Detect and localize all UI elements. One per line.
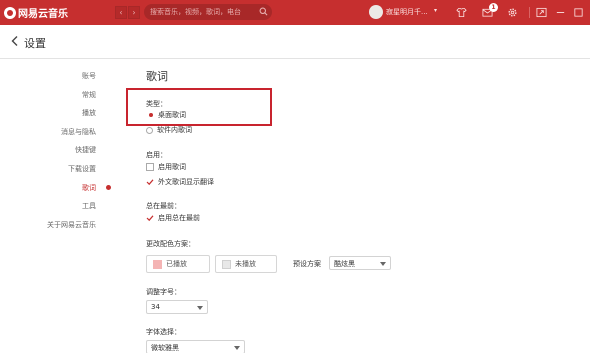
checkmark-icon bbox=[146, 214, 154, 222]
chevron-down-icon bbox=[380, 262, 386, 266]
preset-scheme-select[interactable]: 酷炫黑 bbox=[329, 256, 391, 270]
preset-scheme-value: 酷炫黑 bbox=[334, 260, 355, 268]
forward-nav-button[interactable]: › bbox=[128, 6, 140, 19]
active-indicator-dot bbox=[106, 185, 111, 190]
font-size-value: 34 bbox=[151, 303, 160, 311]
checkbox-enable-lyrics-label: 启用歌词 bbox=[158, 163, 186, 171]
sidebar-item-about[interactable]: 关于网易云音乐 bbox=[0, 220, 96, 230]
checkbox-show-translation[interactable]: 外文歌词显示翻译 bbox=[146, 177, 214, 187]
search-icon[interactable] bbox=[259, 7, 268, 16]
font-size-label: 调整字号： bbox=[146, 288, 181, 296]
played-color-swatch bbox=[153, 259, 162, 269]
font-family-label: 字体选择： bbox=[146, 328, 181, 336]
sidebar-item-messages-privacy[interactable]: 消息与隐私 bbox=[0, 127, 96, 137]
checkbox-always-on-top[interactable]: 启用总在最前 bbox=[146, 213, 200, 223]
back-nav-button[interactable]: ‹ bbox=[115, 6, 127, 19]
user-menu-chevron-down-icon[interactable]: ▾ bbox=[434, 7, 437, 14]
sidebar-item-playback[interactable]: 播放 bbox=[0, 108, 96, 118]
radio-in-app-lyrics[interactable]: 软件内歌词 bbox=[146, 125, 192, 135]
search-input[interactable] bbox=[150, 4, 254, 20]
sidebar-item-shortcuts[interactable]: 快捷键 bbox=[0, 145, 96, 155]
annotation-highlight-box bbox=[126, 88, 272, 126]
username[interactable]: 寂星明月千... bbox=[386, 7, 428, 17]
checkbox-enable-lyrics[interactable]: 启用歌词 bbox=[146, 162, 186, 172]
sidebar-item-general[interactable]: 常规 bbox=[0, 90, 96, 100]
sidebar-item-account[interactable]: 账号 bbox=[0, 71, 96, 81]
checkmark-icon bbox=[146, 178, 154, 186]
radio-unselected-icon bbox=[146, 126, 153, 134]
checkbox-show-translation-label: 外文歌词显示翻译 bbox=[158, 178, 214, 186]
settings-gear-icon[interactable] bbox=[507, 7, 518, 18]
unplayed-color-swatch bbox=[222, 259, 231, 269]
unplayed-color-label: 未播放 bbox=[235, 260, 256, 268]
page-title: 设置 bbox=[24, 37, 46, 50]
font-size-select[interactable]: 34 bbox=[146, 300, 208, 314]
color-scheme-label: 更改配色方案： bbox=[146, 240, 195, 248]
always-on-top-label: 总在最前： bbox=[146, 202, 181, 210]
checkbox-always-on-top-label: 启用总在最前 bbox=[158, 214, 200, 222]
checkbox-unchecked-icon bbox=[146, 163, 154, 171]
toolbar-divider bbox=[529, 7, 530, 18]
maximize-icon[interactable] bbox=[573, 7, 584, 18]
font-family-value: 微软雅黑 bbox=[151, 344, 179, 352]
font-family-select[interactable]: 微软雅黑 bbox=[146, 340, 245, 353]
app-logo[interactable]: 网易云音乐 bbox=[4, 5, 68, 20]
skin-shirt-icon[interactable] bbox=[456, 7, 467, 18]
message-count-badge: 1 bbox=[489, 3, 498, 12]
enable-label: 启用： bbox=[146, 151, 167, 159]
lyrics-section-title: 歌词 bbox=[146, 70, 168, 83]
unplayed-color-button[interactable]: 未播放 bbox=[215, 255, 277, 273]
history-nav: ‹ › bbox=[115, 6, 140, 19]
played-color-button[interactable]: 已播放 bbox=[146, 255, 210, 273]
sidebar-item-lyrics[interactable]: 歌词 bbox=[0, 183, 96, 193]
minimize-icon[interactable] bbox=[555, 7, 566, 18]
sidebar-item-download-settings[interactable]: 下载设置 bbox=[0, 164, 96, 174]
chevron-down-icon bbox=[234, 346, 240, 350]
settings-header: 设置 bbox=[0, 25, 590, 59]
title-bar: 网易云音乐 ‹ › 寂星明月千... ▾ 1 bbox=[0, 0, 590, 25]
netease-music-logo-icon bbox=[4, 6, 16, 19]
user-avatar[interactable] bbox=[369, 5, 383, 19]
mini-mode-icon[interactable] bbox=[536, 7, 547, 18]
app-logo-text: 网易云音乐 bbox=[18, 9, 68, 20]
played-color-label: 已播放 bbox=[166, 260, 187, 268]
chevron-down-icon bbox=[197, 306, 203, 310]
preset-scheme-label: 预设方案 bbox=[293, 260, 321, 268]
search-box bbox=[144, 4, 272, 20]
radio-in-app-lyrics-label: 软件内歌词 bbox=[157, 126, 192, 134]
sidebar-item-tools[interactable]: 工具 bbox=[0, 201, 96, 211]
back-arrow-icon[interactable] bbox=[10, 35, 20, 47]
